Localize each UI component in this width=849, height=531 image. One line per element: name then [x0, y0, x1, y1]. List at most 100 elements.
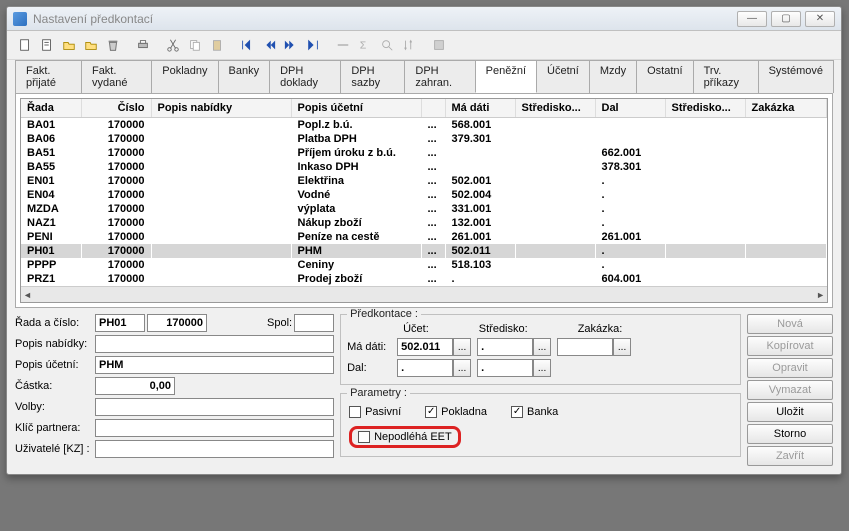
eet-highlight: Nepodléhá EET [349, 426, 461, 448]
sum-icon[interactable]: Σ [355, 35, 375, 55]
zavrit-button[interactable]: Zavřít [747, 446, 833, 466]
tab-syst-mov-[interactable]: Systémové [758, 60, 834, 93]
dal-label: Dal: [347, 362, 397, 374]
prev-icon[interactable] [259, 35, 279, 55]
table-row[interactable]: BA06170000Platba DPH...379.301 [21, 132, 827, 146]
rada-input[interactable] [95, 314, 145, 332]
md-str-input[interactable] [477, 338, 533, 356]
window: Nastavení předkontací — ▢ ✕ Σ Fakt. přij… [6, 6, 842, 475]
close-button[interactable]: ✕ [805, 11, 835, 27]
filter-icon[interactable] [333, 35, 353, 55]
last-icon[interactable] [303, 35, 323, 55]
delete-icon[interactable] [103, 35, 123, 55]
table-row[interactable]: BA51170000Příjem úroku z b.ú....662.001 [21, 146, 827, 160]
zakazka-label: Zakázka: [578, 323, 623, 335]
tab-ostatn-[interactable]: Ostatní [636, 60, 693, 93]
uziv-input[interactable] [95, 440, 334, 458]
dal-ucet-input[interactable] [397, 359, 453, 377]
minimize-button[interactable]: — [737, 11, 767, 27]
col-header[interactable]: Zakázka [745, 99, 827, 118]
kopirovat-button[interactable]: Kopírovat [747, 336, 833, 356]
tab-fakt-p-ijat-[interactable]: Fakt. přijaté [15, 60, 82, 93]
popis-nabidky-input[interactable] [95, 335, 334, 353]
table-row[interactable]: NAZ1170000Nákup zboží...132.001. [21, 216, 827, 230]
print-icon[interactable] [133, 35, 153, 55]
col-header[interactable]: Číslo [81, 99, 151, 118]
table-row[interactable]: PH01170000PHM...502.011. [21, 244, 827, 258]
dal-str-input[interactable] [477, 359, 533, 377]
svg-text:Σ: Σ [360, 40, 367, 52]
tab--etn-[interactable]: Účetní [536, 60, 590, 93]
ulozit-button[interactable]: Uložit [747, 402, 833, 422]
col-header[interactable]: Řada [21, 99, 81, 118]
open2-icon[interactable] [81, 35, 101, 55]
tab-dph-zahran-[interactable]: DPH zahran. [404, 60, 475, 93]
md-ucet-input[interactable] [397, 338, 453, 356]
table-row[interactable]: BA01170000Popl.z b.ú....568.001 [21, 118, 827, 133]
h-scrollbar[interactable]: ◄► [21, 286, 827, 302]
new-doc-icon[interactable] [15, 35, 35, 55]
md-str-lookup[interactable]: ... [533, 338, 551, 356]
tab-trv-p-kazy[interactable]: Trv. příkazy [693, 60, 759, 93]
md-ucet-lookup[interactable]: ... [453, 338, 471, 356]
sort-icon[interactable] [399, 35, 419, 55]
storno-button[interactable]: Storno [747, 424, 833, 444]
tab-fakt-vydan-[interactable]: Fakt. vydané [81, 60, 152, 93]
tab-banky[interactable]: Banky [218, 60, 271, 93]
parametry-legend: Parametry : [347, 387, 410, 399]
doc-icon[interactable] [37, 35, 57, 55]
popis-ucetni-input[interactable] [95, 356, 334, 374]
dal-str-lookup[interactable]: ... [533, 359, 551, 377]
dal-ucet-lookup[interactable]: ... [453, 359, 471, 377]
popis-nabidky-label: Popis nabídky: [15, 338, 95, 350]
maximize-button[interactable]: ▢ [771, 11, 801, 27]
md-zak-input[interactable] [557, 338, 613, 356]
tab-pen-n-[interactable]: Peněžní [475, 60, 537, 93]
table-row[interactable]: BA55170000Inkaso DPH...378.301 [21, 160, 827, 174]
tool-icon[interactable] [429, 35, 449, 55]
col-header[interactable]: Popis účetní [291, 99, 421, 118]
uziv-label: Uživatelé [KZ] : [15, 443, 95, 455]
castka-input[interactable] [95, 377, 175, 395]
col-header[interactable]: Středisko... [665, 99, 745, 118]
next-icon[interactable] [281, 35, 301, 55]
table-row[interactable]: PRZ1170000Prodej zboží....604.001 [21, 272, 827, 286]
col-header[interactable]: Dal [595, 99, 665, 118]
vymazat-button[interactable]: Vymazat [747, 380, 833, 400]
cut-icon[interactable] [163, 35, 183, 55]
search-icon[interactable] [377, 35, 397, 55]
paste-icon[interactable] [207, 35, 227, 55]
pokladna-checkbox[interactable]: ✓Pokladna [425, 406, 487, 418]
copy-icon[interactable] [185, 35, 205, 55]
col-header[interactable] [421, 99, 445, 118]
tab-mzdy[interactable]: Mzdy [589, 60, 637, 93]
eet-checkbox[interactable]: Nepodléhá EET [358, 431, 452, 443]
tab-pokladny[interactable]: Pokladny [151, 60, 218, 93]
parametry-fieldset: Parametry : Pasivní ✓Pokladna ✓Banka Nep… [340, 393, 741, 457]
table-row[interactable]: MZDA170000výplata...331.001. [21, 202, 827, 216]
table-row[interactable]: EN04170000Vodné...502.004. [21, 188, 827, 202]
table-row[interactable]: PENI170000Peníze na cestě...261.001261.0… [21, 230, 827, 244]
col-header[interactable]: Středisko... [515, 99, 595, 118]
tab-dph-doklady[interactable]: DPH doklady [269, 60, 341, 93]
button-column: Nová Kopírovat Opravit Vymazat Uložit St… [747, 314, 833, 466]
banka-checkbox[interactable]: ✓Banka [511, 406, 558, 418]
tab-dph-sazby[interactable]: DPH sazby [340, 60, 405, 93]
first-icon[interactable] [237, 35, 257, 55]
pasivni-checkbox[interactable]: Pasivní [349, 406, 401, 418]
spol-input[interactable] [294, 314, 334, 332]
open-icon[interactable] [59, 35, 79, 55]
md-label: Má dáti: [347, 341, 397, 353]
grid[interactable]: ŘadaČísloPopis nabídkyPopis účetní Má dát… [20, 98, 828, 303]
table-row[interactable]: EN01170000Elektřina...502.001. [21, 174, 827, 188]
cislo-input[interactable] [147, 314, 207, 332]
table-row[interactable]: PPPP170000Ceniny...518.103. [21, 258, 827, 272]
col-header[interactable]: Má dáti [445, 99, 515, 118]
opravit-button[interactable]: Opravit [747, 358, 833, 378]
nova-button[interactable]: Nová [747, 314, 833, 334]
detail-form: Řada a číslo: Spol: Popis nabídky: Popis… [15, 314, 334, 466]
klic-input[interactable] [95, 419, 334, 437]
volby-input[interactable] [95, 398, 334, 416]
col-header[interactable]: Popis nabídky [151, 99, 291, 118]
zak-lookup[interactable]: ... [613, 338, 631, 356]
